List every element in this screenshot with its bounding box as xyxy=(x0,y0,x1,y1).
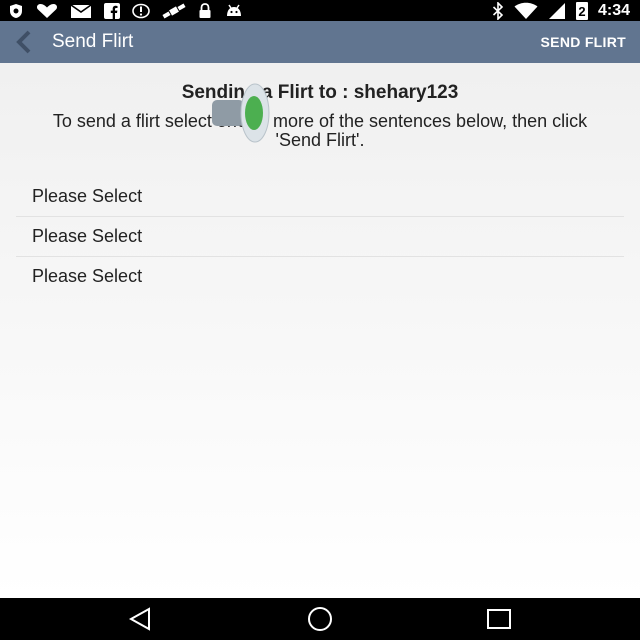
home-icon[interactable] xyxy=(305,607,335,631)
cell-signal-icon xyxy=(548,2,565,19)
lock-icon xyxy=(199,2,211,18)
page-title: Send Flirt xyxy=(52,31,134,52)
action-bar: Send Flirt SEND FLIRT xyxy=(0,21,640,63)
battery-level: 2 xyxy=(578,3,586,19)
sentence-select-2[interactable]: Please Select xyxy=(16,217,624,257)
satellite-icon xyxy=(162,3,186,18)
loading-spinner-icon xyxy=(212,83,270,143)
content-area: Sending a Flirt to : shehary123 To send … xyxy=(0,63,640,598)
recipient-heading: Sending a Flirt to : shehary123 xyxy=(181,82,459,103)
screen: 2 4:34 Send Flirt SEND FLIRT Sending a F… xyxy=(0,0,640,640)
bluetooth-icon xyxy=(492,1,504,20)
notification-icons xyxy=(8,0,244,21)
android-icon xyxy=(227,4,241,16)
sentence-select-1[interactable]: Please Select xyxy=(16,177,624,217)
recents-icon[interactable] xyxy=(486,607,512,631)
status-time: 4:34 xyxy=(597,2,630,19)
back-icon[interactable] xyxy=(127,607,153,631)
shield-icon xyxy=(10,3,22,18)
facebook-icon xyxy=(104,2,120,19)
back-chevron-icon[interactable] xyxy=(12,30,36,54)
sentence-list: Please Select Please Select Please Selec… xyxy=(16,177,624,296)
instructions-text: To send a flirt select one or more of th… xyxy=(52,111,588,150)
sentence-select-3[interactable]: Please Select xyxy=(16,257,624,296)
battery-icon: 2 xyxy=(575,1,588,20)
mail-icon xyxy=(70,3,92,18)
heart-icon xyxy=(36,3,58,18)
wifi-icon xyxy=(514,2,538,19)
navigation-bar xyxy=(0,598,640,640)
status-bar: 2 4:34 xyxy=(0,0,640,21)
system-icons: 2 4:34 xyxy=(492,0,630,21)
data-saver-icon xyxy=(132,3,150,18)
send-flirt-button[interactable]: SEND FLIRT xyxy=(541,21,626,63)
